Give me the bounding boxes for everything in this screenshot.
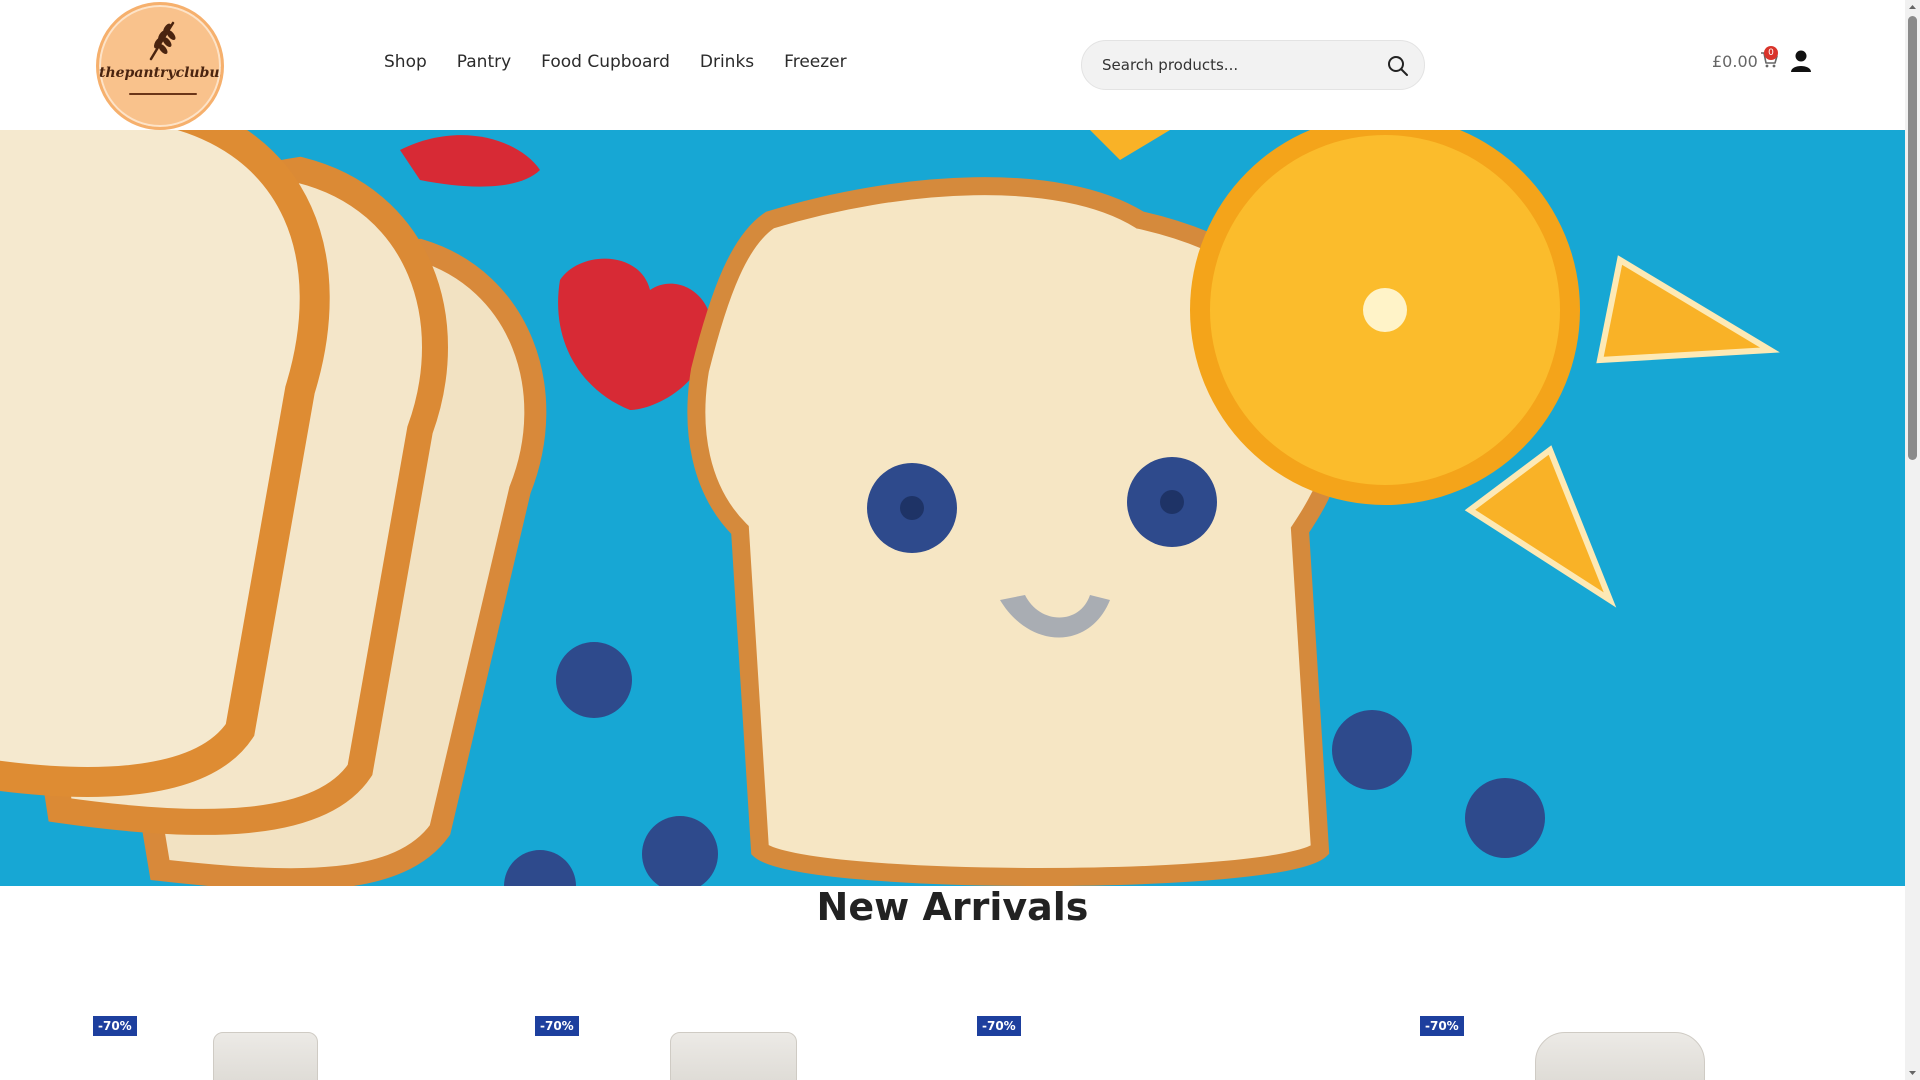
section-title-new-arrivals: New Arrivals xyxy=(816,885,1089,929)
nav-item-pantry[interactable]: Pantry xyxy=(457,52,511,72)
discount-badge: -70% xyxy=(977,1016,1021,1036)
page-scrollbar[interactable] xyxy=(1905,0,1920,1080)
discount-badge: -70% xyxy=(1420,1016,1464,1036)
site-logo[interactable]: thepantryclubuk xyxy=(96,2,224,130)
product-card[interactable]: -70% xyxy=(1420,1010,1800,1080)
main-nav: Shop Pantry Food Cupboard Drinks Freezer xyxy=(384,52,847,72)
product-card[interactable]: -70% xyxy=(535,1010,915,1080)
product-image[interactable] xyxy=(1535,1032,1705,1080)
logo-underline xyxy=(129,93,197,95)
product-card[interactable]: -70% xyxy=(93,1010,473,1080)
cart-button[interactable]: £0.00 0 xyxy=(1712,46,1778,71)
user-icon[interactable] xyxy=(1790,49,1812,73)
nav-item-shop[interactable]: Shop xyxy=(384,52,427,72)
scrollbar-thumb[interactable] xyxy=(1908,16,1917,460)
nav-item-drinks[interactable]: Drinks xyxy=(700,52,754,72)
product-image[interactable] xyxy=(213,1032,318,1080)
discount-badge: -70% xyxy=(93,1016,137,1036)
scroll-down-arrow-icon[interactable] xyxy=(1905,1065,1920,1080)
wheat-icon xyxy=(149,21,176,61)
product-grid: -70% -70% -70% -70% xyxy=(0,1010,1905,1080)
logo-text: thepantryclubuk xyxy=(99,65,224,81)
site-header: thepantryclubuk Shop Pantry Food Cupboar… xyxy=(0,0,1905,130)
search-icon[interactable] xyxy=(1386,54,1410,78)
product-image[interactable] xyxy=(670,1032,797,1080)
hero-image xyxy=(0,130,1905,886)
product-card[interactable]: -70% xyxy=(977,1010,1357,1080)
search-bar xyxy=(1081,40,1425,90)
scroll-up-arrow-icon[interactable] xyxy=(1905,0,1920,15)
discount-badge: -70% xyxy=(535,1016,579,1036)
cart-total: £0.00 xyxy=(1712,52,1758,71)
cart-count-badge: 0 xyxy=(1764,46,1778,60)
nav-item-freezer[interactable]: Freezer xyxy=(784,52,846,72)
hero-banner[interactable] xyxy=(0,130,1905,886)
nav-item-food-cupboard[interactable]: Food Cupboard xyxy=(541,52,670,72)
search-input[interactable] xyxy=(1102,41,1372,89)
